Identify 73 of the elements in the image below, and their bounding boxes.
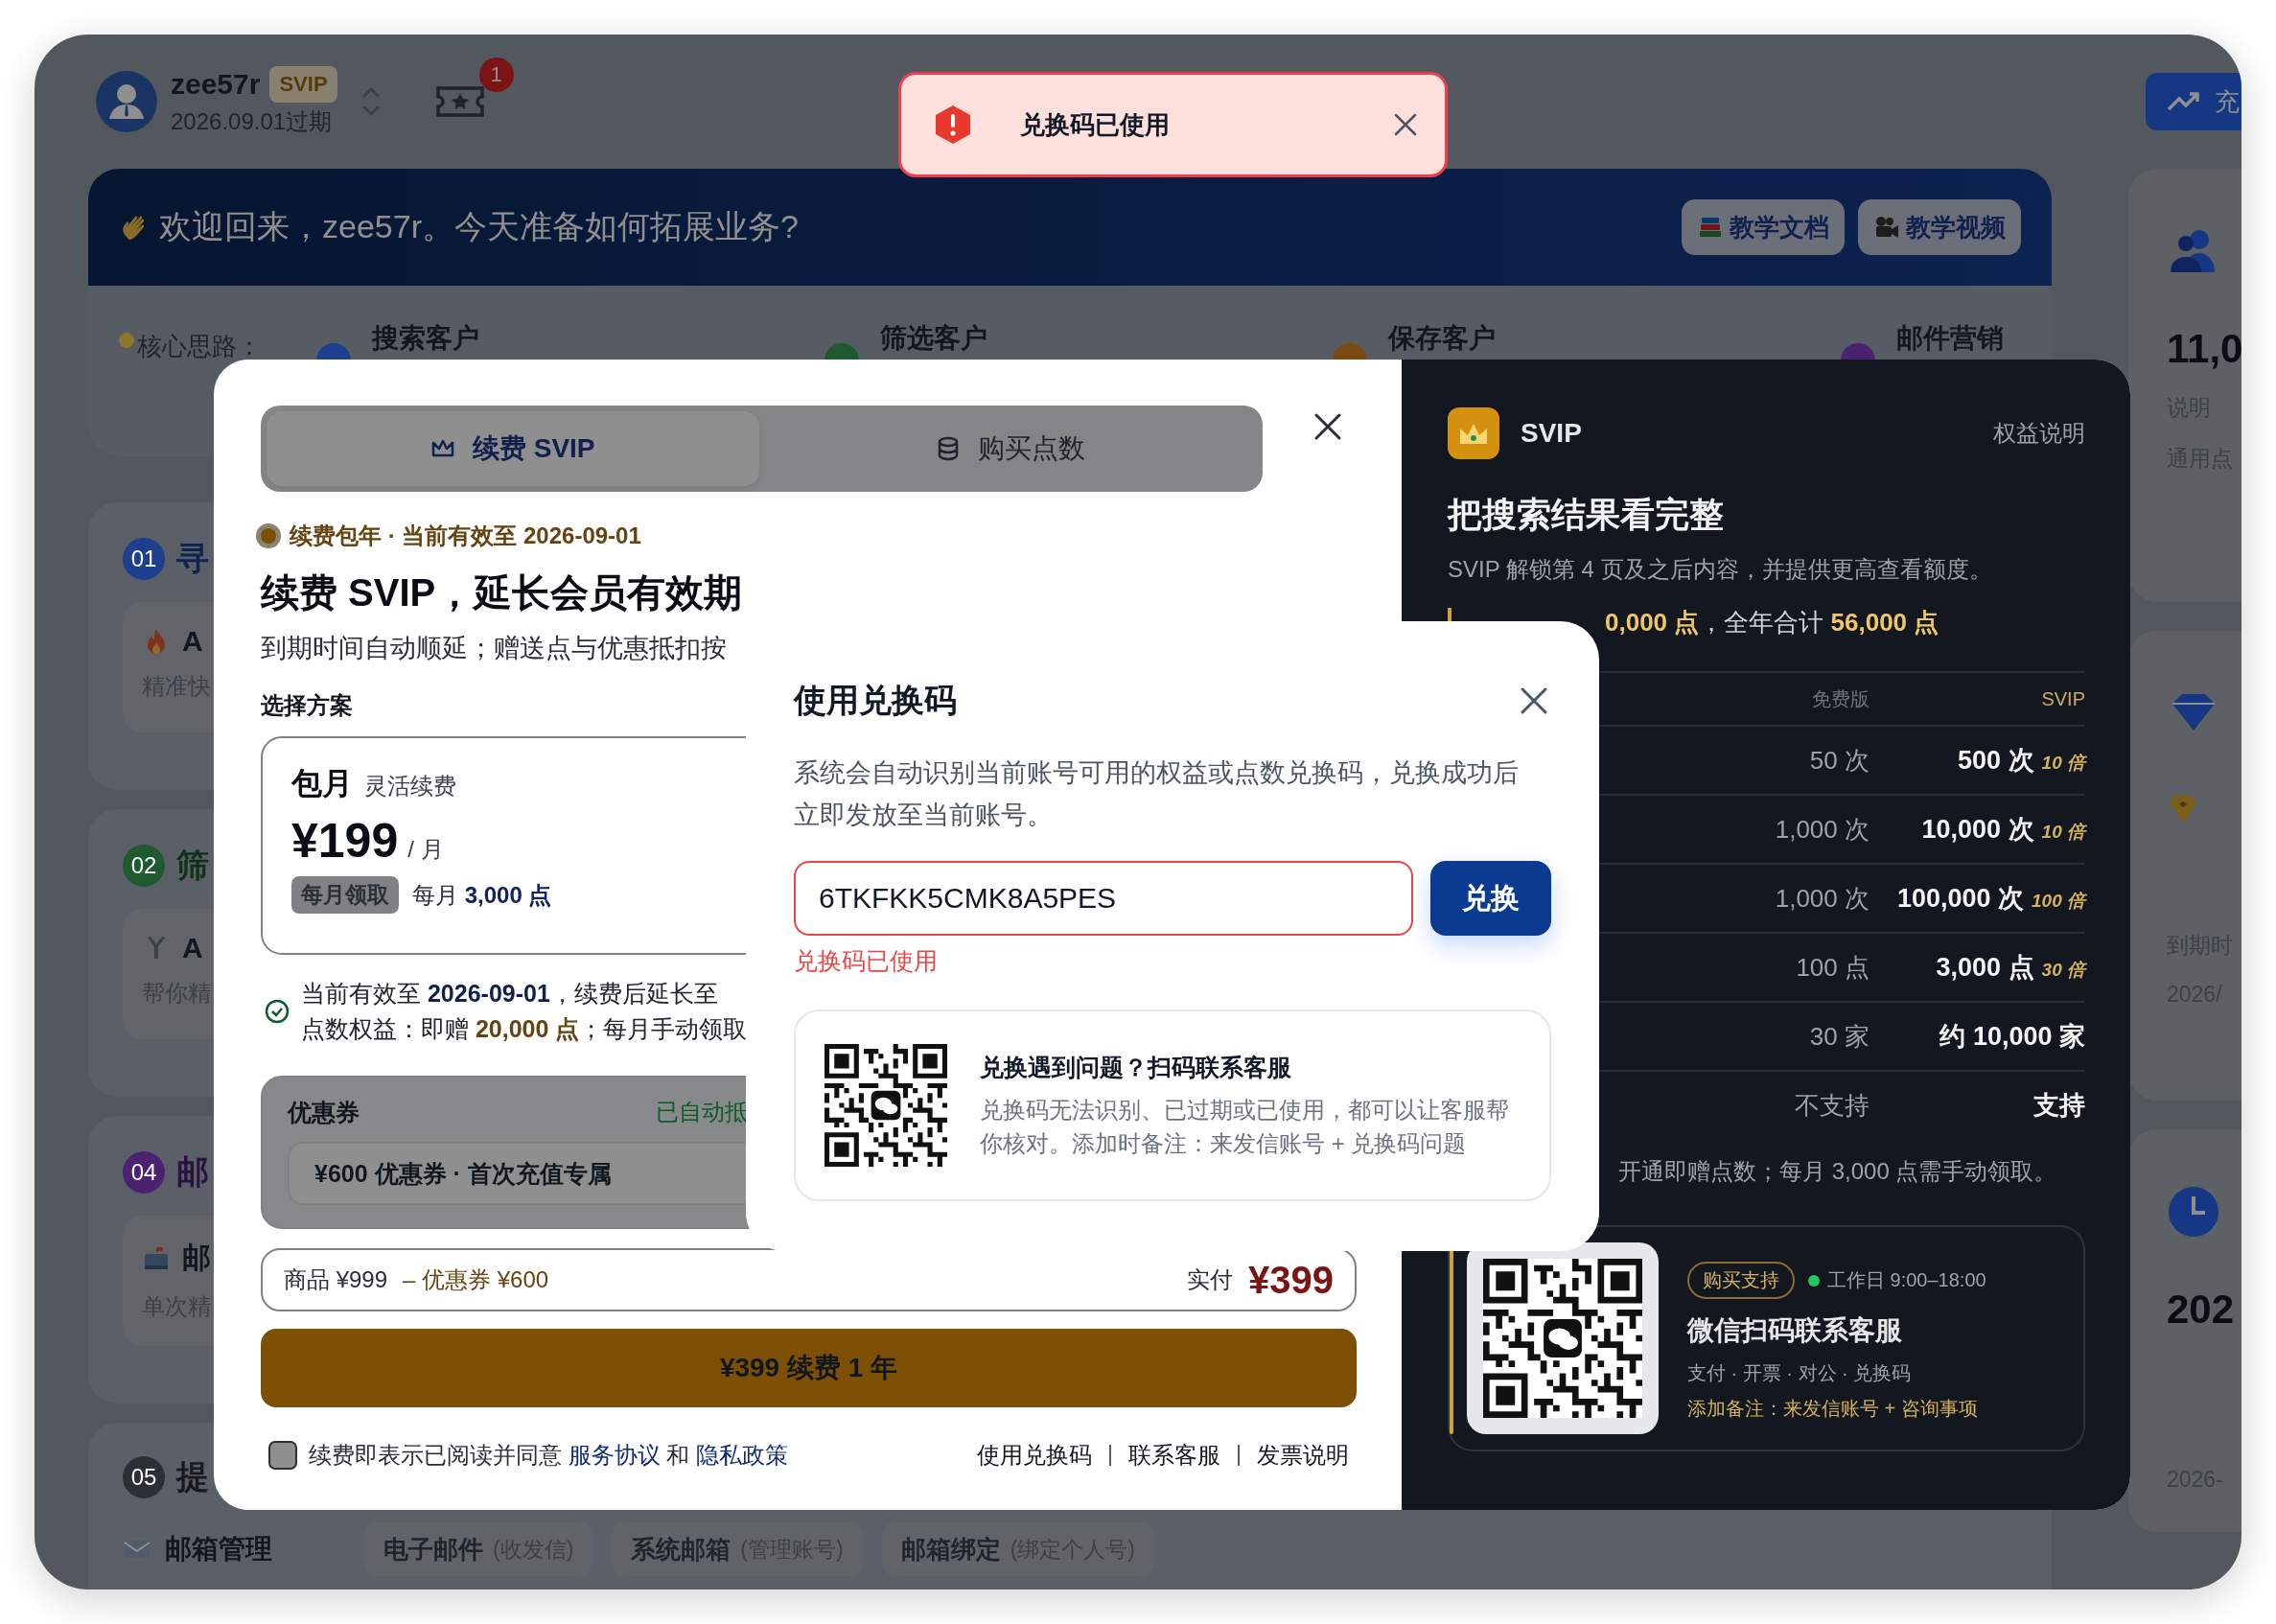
section-number: 05: [123, 1456, 165, 1498]
table-cell-text: 500 次: [1958, 745, 2034, 777]
help-text: 兑换码无法识别、已过期或已使用，都可以让客服帮你核对。添加时备注：来发信账号 + 兑换码问题: [980, 1095, 1510, 1158]
panel-description: SVIP 解锁第 4 页及之后内容，并提供更高查看额度。: [1448, 555, 1993, 584]
section-number: 04: [123, 1151, 165, 1194]
working-hours: 工作日 9:00–18:00: [1827, 1268, 1986, 1292]
support-remark: 添加备注：来发信账号 + 咨询事项: [1687, 1397, 1979, 1421]
section-title: 邮: [176, 1152, 209, 1192]
feature-title: A: [182, 625, 203, 658]
core-ideas-label: 核心思路：: [137, 331, 262, 362]
goods-price: 商品 ¥999: [284, 1265, 388, 1294]
info-text: 当前有效至 2026-09-01，续费后延长至: [301, 979, 719, 1009]
dialog-title: 续费 SVIP，延长会员有效期: [261, 570, 744, 615]
table-cell-text: 1,000 次: [1774, 882, 1870, 915]
mailbox-management-label: 邮箱管理: [165, 1533, 273, 1566]
help-title: 兑换遇到问题？扫码联系客服: [980, 1052, 1292, 1082]
notification-badge: 1: [478, 58, 514, 92]
table-cell-text: 1,000 次: [1774, 813, 1870, 846]
table-cell-text: 100 点: [1795, 951, 1870, 984]
step-label: 保存客户: [1388, 322, 1496, 355]
stat-value: 11,0: [2167, 326, 2241, 372]
section-title: 提: [176, 1457, 209, 1496]
panel-headline: 把搜索结果看完整: [1448, 494, 1725, 536]
multiplier-text: 30 倍: [2041, 959, 2085, 982]
dialog-subtitle: 到期时间自动顺延；赠送点与优惠抵扣按: [261, 633, 728, 664]
welcome-text: 欢迎回来，zee57r。今天准备如何拓展业务?: [159, 207, 799, 246]
step-label: 邮件营销: [1896, 322, 2004, 355]
svip-badge: SVIP: [269, 66, 337, 103]
table-cell-text: 支持: [2033, 1090, 2085, 1122]
table-cell-text: 10,000 次: [1921, 814, 2034, 846]
multiplier-text: 100 倍: [2032, 890, 2085, 913]
table-cell-text: 3,000 点: [1936, 952, 2034, 984]
multiplier-text: 10 倍: [2041, 821, 2085, 844]
user-name: zee57r: [171, 68, 261, 101]
column-header: SVIP: [2040, 687, 2085, 710]
section-title: 寻: [176, 539, 209, 578]
paid-label: 实付: [1187, 1265, 1233, 1294]
renew-status: 续费包年 · 当前有效至 2026-09-01: [290, 522, 641, 550]
paid-amount: ¥399: [1248, 1258, 1334, 1302]
section-number: 02: [123, 845, 165, 887]
coupon-status: 已自动抵: [656, 1098, 748, 1126]
section-title: 筛: [176, 846, 209, 885]
price-unit: / 月: [407, 835, 444, 864]
step-label: 筛选客户: [880, 322, 987, 355]
table-cell-text: 不支持: [1794, 1089, 1870, 1122]
support-title: 微信扫码联系客服: [1687, 1314, 1903, 1347]
table-footnote: 开通即赠点数；每月 3,000 点需手动领取。: [1617, 1157, 2058, 1186]
plan-chip: 每月领取: [291, 876, 399, 914]
plan-tag: 灵活续费: [364, 771, 456, 801]
section-number: 01: [123, 538, 165, 580]
support-services: 支付 · 开票 · 对公 · 兑换码: [1687, 1361, 1913, 1385]
table-cell-text: 约 10,000 家: [1939, 1021, 2085, 1053]
table-cell-text: 50 次: [1808, 744, 1870, 777]
feature-title: 邮: [182, 1241, 211, 1275]
plan-price: ¥199: [291, 813, 399, 869]
dialog-title: 使用兑换码: [794, 681, 957, 720]
table-cell-text: 100,000 次: [1896, 883, 2024, 915]
step-label: 搜索客户: [372, 322, 479, 355]
support-tag: 购买支持: [1687, 1262, 1795, 1299]
column-header: 免费版: [1811, 686, 1870, 711]
coupon-label: 优惠券: [288, 1098, 360, 1127]
agreement-text: 续费即表示已阅读并同意 服务协议 和 隐私政策: [309, 1441, 788, 1470]
info-text: 点数权益：即赠 20,000 点；每月手动领取: [301, 1014, 748, 1044]
toast-message: 兑换码已使用: [1020, 108, 1170, 141]
plan-name: 包月: [291, 765, 353, 802]
feature-title: A: [182, 932, 203, 964]
coupon-discount: – 优惠券 ¥600: [403, 1265, 549, 1294]
table-cell-text: 30 家: [1808, 1020, 1870, 1053]
panel-title: SVIP: [1521, 418, 1582, 449]
plan-benefit: 每月 3,000 点: [412, 880, 552, 910]
multiplier-text: 10 倍: [2041, 752, 2085, 775]
section-heading: 选择方案: [261, 691, 353, 720]
stat-value: 202: [2167, 1287, 2236, 1333]
